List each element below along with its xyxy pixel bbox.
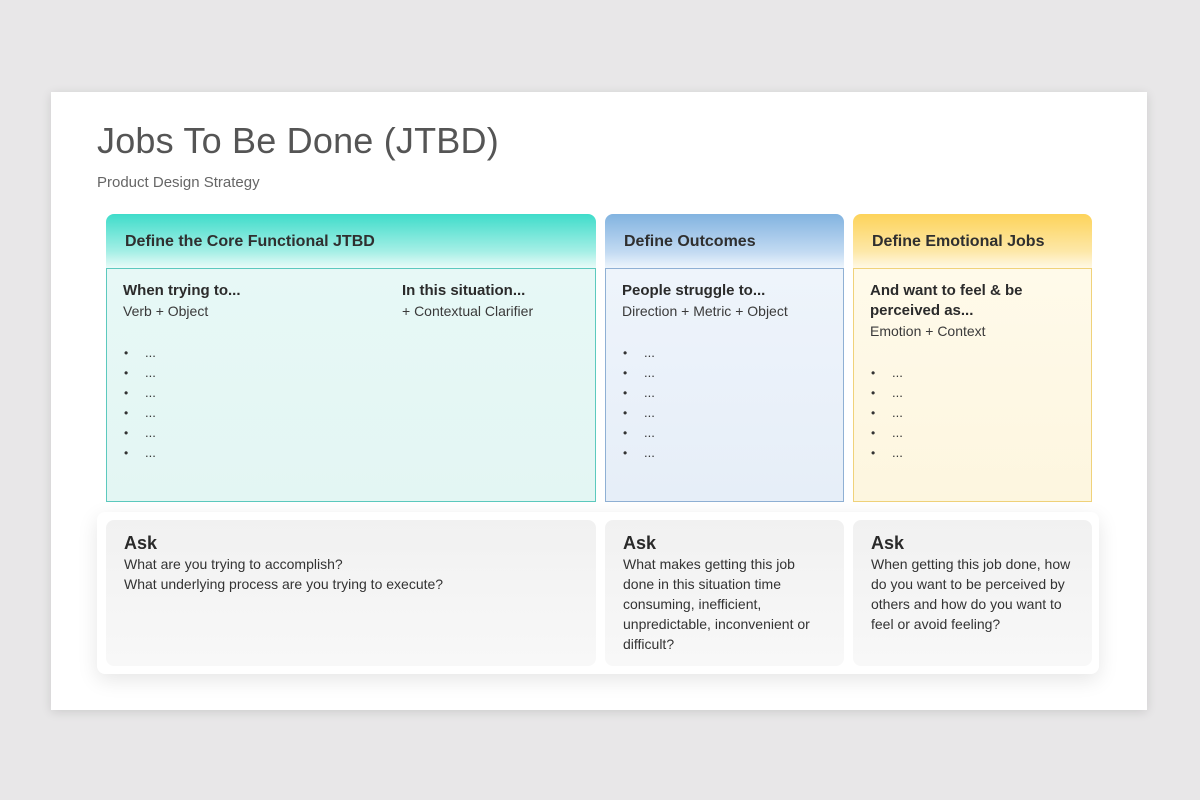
slide-title: Jobs To Be Done (JTBD) bbox=[97, 120, 499, 161]
outcomes-header: Define Outcomes bbox=[605, 214, 844, 268]
outcomes-body: People struggle to... Direction + Metric… bbox=[605, 268, 844, 502]
list-item: ... bbox=[124, 363, 156, 383]
list-item: ... bbox=[124, 403, 156, 423]
ask-text: What are you trying to accomplish? What … bbox=[124, 556, 444, 592]
list-item: ... bbox=[871, 363, 903, 383]
emotional-jobs-body: And want to feel & be perceived as... Em… bbox=[853, 268, 1092, 502]
outcomes-bullet-list: ... ... ... ... ... ... bbox=[623, 343, 655, 463]
functional-jtbd-header: Define the Core Functional JTBD bbox=[106, 214, 596, 268]
list-item: ... bbox=[623, 423, 655, 443]
ask-text: What makes getting this job done in this… bbox=[623, 556, 810, 652]
slide: Jobs To Be Done (JTBD) Product Design St… bbox=[51, 92, 1147, 710]
ask-card-emotional: Ask When getting this job done, how do y… bbox=[853, 520, 1092, 666]
list-item: ... bbox=[871, 423, 903, 443]
when-trying-heading: When trying to... bbox=[123, 282, 241, 299]
slide-subtitle: Product Design Strategy bbox=[97, 174, 260, 191]
list-item: ... bbox=[124, 423, 156, 443]
list-item: ... bbox=[871, 443, 903, 463]
struggle-section: People struggle to... Direction + Metric… bbox=[622, 281, 832, 321]
list-item: ... bbox=[623, 383, 655, 403]
list-item: ... bbox=[871, 383, 903, 403]
ask-panel: Ask What are you trying to accomplish? W… bbox=[97, 512, 1099, 674]
situation-description: + Contextual Clarifier bbox=[402, 303, 534, 319]
list-item: ... bbox=[623, 403, 655, 423]
list-item: ... bbox=[124, 443, 156, 463]
struggle-description: Direction + Metric + Object bbox=[622, 303, 788, 319]
functional-bullet-list: ... ... ... ... ... ... bbox=[124, 343, 156, 463]
ask-title: Ask bbox=[871, 533, 905, 553]
list-item: ... bbox=[623, 443, 655, 463]
list-item: ... bbox=[124, 383, 156, 403]
ask-title: Ask bbox=[623, 533, 657, 553]
feel-description: Emotion + Context bbox=[870, 323, 986, 339]
feel-heading: And want to feel & be perceived as... bbox=[870, 282, 1023, 319]
struggle-heading: People struggle to... bbox=[622, 282, 766, 299]
emotional-jobs-header: Define Emotional Jobs bbox=[853, 214, 1092, 268]
ask-text: When getting this job done, how do you w… bbox=[871, 556, 1071, 632]
feel-section: And want to feel & be perceived as... Em… bbox=[870, 281, 1040, 341]
ask-title: Ask bbox=[124, 533, 158, 553]
list-item: ... bbox=[871, 403, 903, 423]
when-trying-section: When trying to... Verb + Object bbox=[123, 281, 383, 321]
list-item: ... bbox=[623, 363, 655, 383]
functional-jtbd-body: When trying to... Verb + Object In this … bbox=[106, 268, 596, 502]
ask-card-outcomes: Ask What makes getting this job done in … bbox=[605, 520, 844, 666]
list-item: ... bbox=[124, 343, 156, 363]
emotional-bullet-list: ... ... ... ... ... bbox=[871, 363, 903, 463]
ask-card-functional: Ask What are you trying to accomplish? W… bbox=[106, 520, 596, 666]
situation-heading: In this situation... bbox=[402, 282, 526, 299]
list-item: ... bbox=[623, 343, 655, 363]
situation-section: In this situation... + Contextual Clarif… bbox=[402, 281, 582, 321]
when-trying-description: Verb + Object bbox=[123, 303, 209, 319]
